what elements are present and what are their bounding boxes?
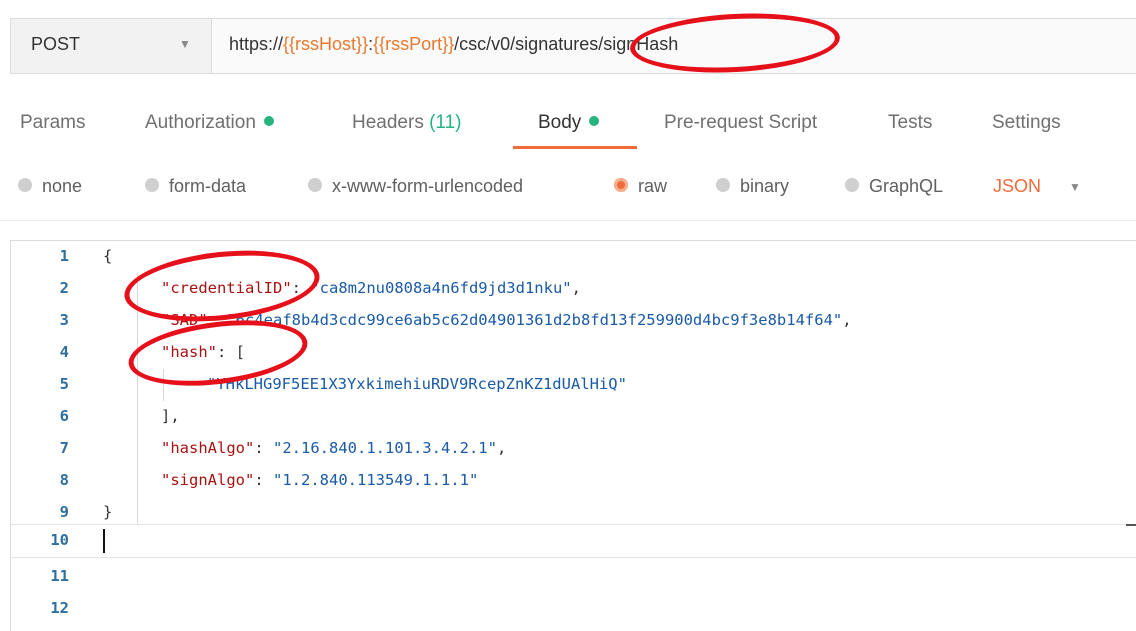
code-line: 8 "signAlgo": "1.2.840.113549.1.1.1" xyxy=(11,465,1136,497)
json-comma: , xyxy=(842,311,852,329)
radio-label: binary xyxy=(740,176,790,196)
radio-binary[interactable]: binary xyxy=(716,176,789,197)
body-type-options: none form-data x-www-form-urlencoded raw… xyxy=(0,170,1136,206)
radio-label: form-data xyxy=(169,176,247,196)
radio-label: x-www-form-urlencoded xyxy=(332,176,524,196)
radio-icon xyxy=(716,178,730,193)
brace: { xyxy=(103,247,113,265)
code-line: 6 ], xyxy=(11,401,1136,433)
tab-label: Body xyxy=(538,112,582,133)
radio-none[interactable]: none xyxy=(18,176,82,197)
code-text: { xyxy=(103,247,112,265)
json-comma: , xyxy=(496,439,507,457)
line-number: 3 xyxy=(59,311,69,329)
radio-icon xyxy=(18,178,32,193)
radio-label: GraphQL xyxy=(869,176,944,196)
line-number: 5 xyxy=(59,375,69,393)
tab-label: Tests xyxy=(888,112,933,133)
radio-raw[interactable]: raw xyxy=(614,176,667,197)
chevron-down-icon[interactable]: ▼ xyxy=(1069,180,1081,194)
tab-body[interactable]: Body xyxy=(538,112,600,134)
json-value: "YHkLHG9F5EE1X3YxkimehiuRDV9RcepZnKZ1dUA… xyxy=(207,375,627,393)
line-number: 4 xyxy=(59,343,69,361)
json-colon: : xyxy=(254,471,273,489)
code-text: "signAlgo": "1.2.840.113549.1.1.1" xyxy=(161,471,478,489)
radio-selected-icon xyxy=(614,178,628,193)
radio-form-data[interactable]: form-data xyxy=(145,176,246,197)
line-number: 9 xyxy=(59,503,69,521)
radio-label: raw xyxy=(638,176,668,196)
json-value: "2.16.840.1.101.3.4.2.1" xyxy=(273,439,497,457)
json-value: "6c4eaf8b4d3cdc99ce6ab5c62d04901361d2b8f… xyxy=(226,311,843,329)
tab-pre-request-script[interactable]: Pre-request Script xyxy=(664,112,817,134)
url-variable-port: {{rssPort}} xyxy=(373,34,455,54)
chevron-down-icon: ▼ xyxy=(179,37,191,51)
tab-headers[interactable]: Headers (11) xyxy=(352,112,462,134)
line-number: 11 xyxy=(50,567,69,585)
tab-params[interactable]: Params xyxy=(20,112,85,134)
radio-icon xyxy=(308,178,322,193)
json-comma: , xyxy=(571,279,581,297)
json-colon: : xyxy=(254,439,273,457)
tab-settings[interactable]: Settings xyxy=(992,112,1061,134)
line-number: 8 xyxy=(59,471,69,489)
code-text: "hashAlgo": "2.16.840.1.101.3.4.2.1", xyxy=(161,439,506,457)
active-tab-indicator xyxy=(513,146,637,149)
tab-tests[interactable]: Tests xyxy=(888,112,932,134)
url-input[interactable]: https://{{rssHost}}:{{rssPort}}/csc/v0/s… xyxy=(229,34,678,55)
request-bar: POST ▼ https://{{rssHost}}:{{rssPort}}/c… xyxy=(10,18,1136,74)
format-select[interactable]: JSON xyxy=(993,176,1041,197)
status-dot-icon xyxy=(263,115,274,126)
text-cursor xyxy=(103,529,105,553)
code-line: 12 xyxy=(11,593,1136,625)
status-dot-icon xyxy=(589,115,600,126)
radio-label: none xyxy=(42,176,83,196)
request-tabs: Params Authorization Headers (11) Body P… xyxy=(0,104,1136,152)
code-line: 11 xyxy=(11,561,1136,593)
divider xyxy=(0,220,1136,221)
tab-label: Headers xyxy=(352,112,424,133)
line-number: 1 xyxy=(59,247,69,265)
json-value: "1.2.840.113549.1.1.1" xyxy=(273,471,479,489)
line-number: 6 xyxy=(59,407,69,425)
code-line: 7 "hashAlgo": "2.16.840.1.101.3.4.2.1", xyxy=(11,433,1136,465)
code-text: } xyxy=(103,503,112,521)
tab-label: Params xyxy=(20,112,86,133)
radio-icon xyxy=(845,178,859,193)
tab-authorization[interactable]: Authorization xyxy=(145,112,274,134)
json-value: "ca8m2nu0808a4n6fd9jd3d1nku" xyxy=(310,279,572,297)
tab-label: Authorization xyxy=(145,112,256,133)
code-line-current: 10 xyxy=(11,524,1136,558)
line-number: 7 xyxy=(59,439,69,457)
radio-graphql[interactable]: GraphQL xyxy=(845,176,943,197)
headers-count: (11) xyxy=(429,112,462,133)
json-close-bracket: ], xyxy=(161,407,180,425)
line-number: 12 xyxy=(50,599,69,617)
brace: } xyxy=(103,503,113,521)
radio-icon xyxy=(145,178,159,193)
radio-x-www-form-urlencoded[interactable]: x-www-form-urlencoded xyxy=(308,176,523,197)
tab-label: Pre-request Script xyxy=(664,112,818,133)
code-text: ], xyxy=(161,407,180,425)
tab-label: Settings xyxy=(992,112,1061,133)
url-prefix: https:// xyxy=(229,34,284,54)
scrollbar-marker xyxy=(1126,524,1136,526)
method-label: POST xyxy=(31,34,81,54)
json-key: "signAlgo" xyxy=(161,471,255,489)
url-variable-host: {{rssHost}} xyxy=(283,34,369,54)
json-key: "hashAlgo" xyxy=(161,439,255,457)
line-number: 10 xyxy=(50,531,69,549)
code-text: "YHkLHG9F5EE1X3YxkimehiuRDV9RcepZnKZ1dUA… xyxy=(207,375,627,393)
line-number: 2 xyxy=(59,279,69,297)
method-select[interactable]: POST ▼ xyxy=(11,19,212,73)
